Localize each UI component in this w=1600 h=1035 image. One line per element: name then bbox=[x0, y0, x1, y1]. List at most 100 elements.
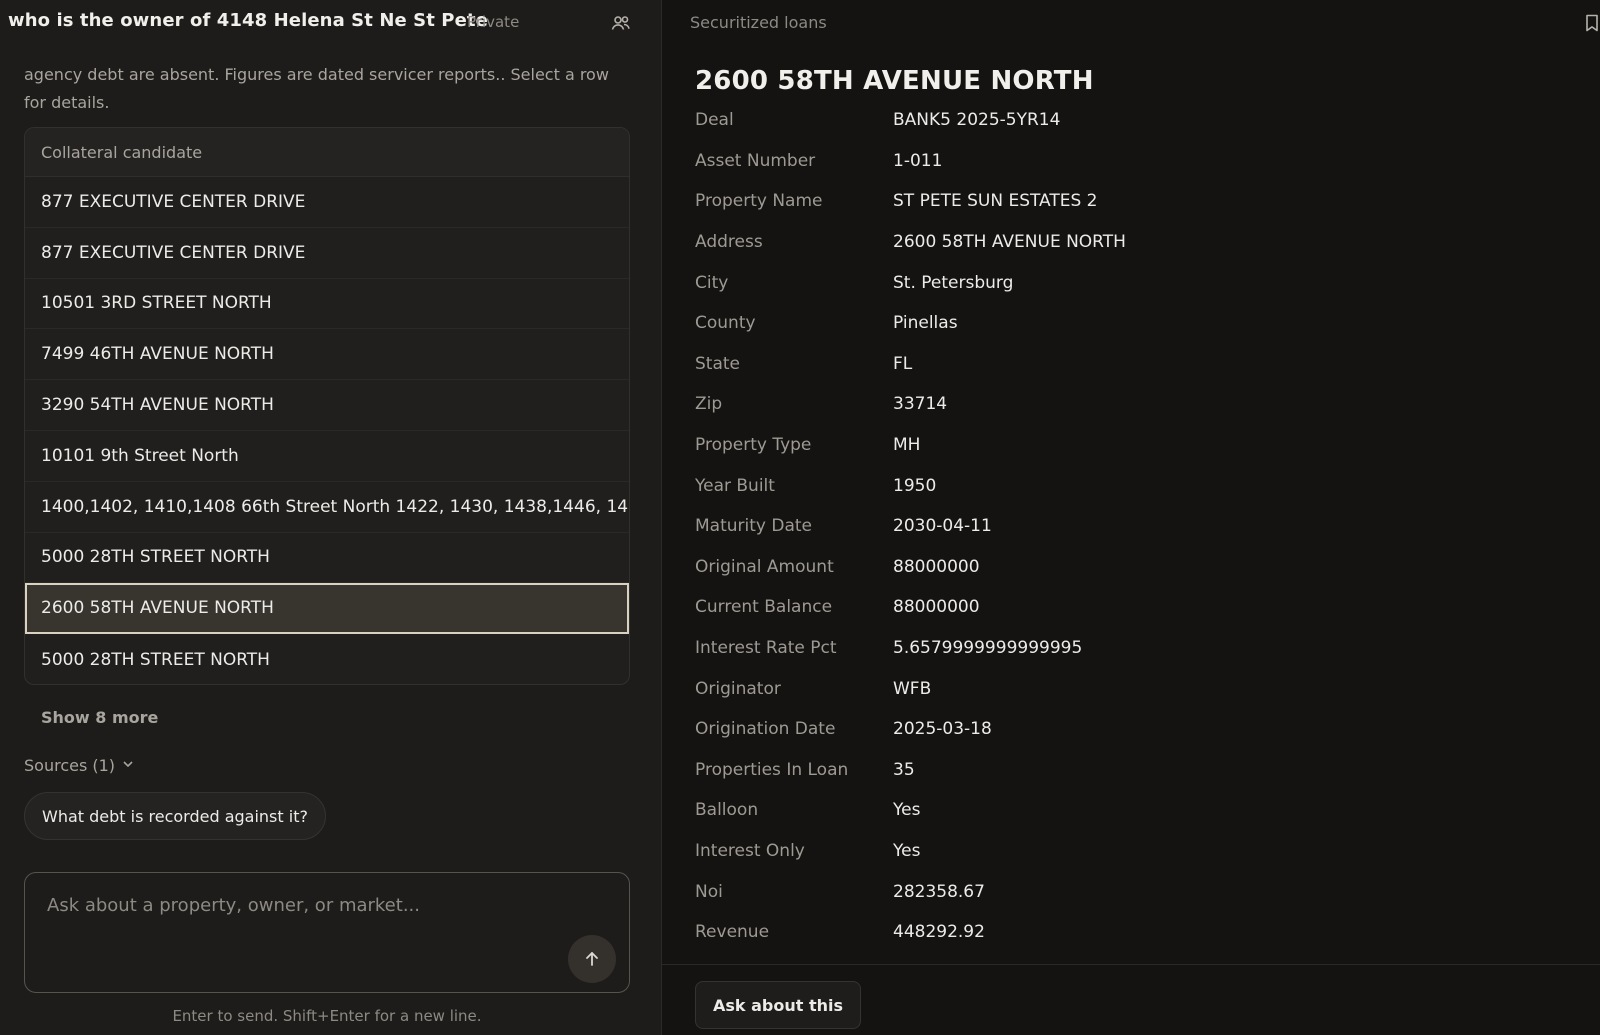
field-row: City St. Petersburg bbox=[695, 262, 1575, 303]
field-row: Interest Only Yes bbox=[695, 831, 1575, 872]
table-row[interactable]: 10101 9th Street North bbox=[25, 431, 629, 482]
sources-label: Sources (1) bbox=[24, 756, 116, 775]
field-label: Deal bbox=[695, 110, 734, 131]
field-label: Originator bbox=[695, 678, 781, 699]
field-value: Pinellas bbox=[893, 313, 958, 334]
table-row[interactable]: 5000 28TH STREET NORTH bbox=[25, 634, 629, 684]
detail-fields: Deal BANK5 2025-5YR14 Asset Number 1-011 Pro… bbox=[695, 100, 1575, 952]
field-label: Property Type bbox=[695, 435, 812, 456]
field-label: Original Amount bbox=[695, 556, 834, 577]
field-label: Properties In Loan bbox=[695, 759, 849, 780]
table-row[interactable]: 2600 58TH AVENUE NORTH bbox=[25, 583, 629, 635]
chat-input[interactable] bbox=[47, 895, 567, 955]
field-row: Balloon Yes bbox=[695, 790, 1575, 831]
field-label: Zip bbox=[695, 394, 723, 415]
field-label: Asset Number bbox=[695, 150, 816, 171]
field-value: 2030-04-11 bbox=[893, 516, 992, 537]
field-row: Asset Number 1-011 bbox=[695, 141, 1575, 182]
people-icon[interactable] bbox=[611, 13, 631, 33]
field-label: County bbox=[695, 313, 756, 334]
field-value: 2600 58TH AVENUE NORTH bbox=[893, 232, 1126, 253]
field-row: Current Balance 88000000 bbox=[695, 587, 1575, 628]
field-value: ST PETE SUN ESTATES 2 bbox=[893, 191, 1098, 212]
detail-heading: 2600 58TH AVENUE NORTH bbox=[695, 66, 1094, 96]
field-value: BANK5 2025-5YR14 bbox=[893, 110, 1061, 131]
field-label: Origination Date bbox=[695, 719, 836, 740]
field-row: Property Type MH bbox=[695, 425, 1575, 466]
field-label: Interest Only bbox=[695, 840, 805, 861]
field-value: 35 bbox=[893, 759, 915, 780]
table-row[interactable]: 5000 28TH STREET NORTH bbox=[25, 533, 629, 584]
field-value: 1950 bbox=[893, 475, 937, 496]
field-label: Maturity Date bbox=[695, 516, 812, 537]
field-row: Maturity Date 2030-04-11 bbox=[695, 506, 1575, 547]
field-label: Balloon bbox=[695, 800, 759, 821]
field-row: Zip 33714 bbox=[695, 384, 1575, 425]
field-value: Yes bbox=[893, 800, 921, 821]
field-label: Property Name bbox=[695, 191, 823, 212]
field-row: State FL bbox=[695, 344, 1575, 385]
field-value: St. Petersburg bbox=[893, 272, 1014, 293]
field-row: Interest Rate Pct 5.6579999999999995 bbox=[695, 628, 1575, 669]
table-row[interactable]: 877 EXECUTIVE CENTER DRIVE bbox=[25, 228, 629, 279]
field-row: Original Amount 88000000 bbox=[695, 547, 1575, 588]
intro-text: agency debt are absent. Figures are date… bbox=[24, 65, 609, 112]
chat-title: who is the owner of 4148 Helena St Ne St… bbox=[8, 10, 488, 31]
field-row: Year Built 1950 bbox=[695, 465, 1575, 506]
field-value: MH bbox=[893, 435, 921, 456]
field-value: 5.6579999999999995 bbox=[893, 638, 1083, 659]
table-body: 877 EXECUTIVE CENTER DRIVE 877 EXECUTIVE … bbox=[25, 177, 629, 684]
sources-toggle[interactable]: Sources (1) bbox=[24, 756, 135, 775]
bookmark-icon[interactable] bbox=[1582, 13, 1600, 33]
field-row: Originator WFB bbox=[695, 668, 1575, 709]
field-row: Revenue 448292.92 bbox=[695, 912, 1575, 953]
table-row[interactable]: 1400,1402, 1410,1408 66th Street North 1… bbox=[25, 482, 629, 533]
field-value: 88000000 bbox=[893, 556, 980, 577]
field-row: Properties In Loan 35 bbox=[695, 750, 1575, 791]
field-row: Property Name ST PETE SUN ESTATES 2 bbox=[695, 181, 1575, 222]
field-label: Noi bbox=[695, 881, 723, 902]
field-row: County Pinellas bbox=[695, 303, 1575, 344]
field-label: Address bbox=[695, 232, 763, 253]
field-value: Yes bbox=[893, 840, 921, 861]
chevron-down-icon bbox=[121, 756, 135, 775]
field-label: City bbox=[695, 272, 729, 293]
table-row[interactable]: 3290 54TH AVENUE NORTH bbox=[25, 380, 629, 431]
field-row: Noi 282358.67 bbox=[695, 871, 1575, 912]
field-value: 88000000 bbox=[893, 597, 980, 618]
field-value: 2025-03-18 bbox=[893, 719, 992, 740]
privacy-badge[interactable]: Private bbox=[467, 13, 519, 31]
composer bbox=[24, 872, 630, 993]
field-value: FL bbox=[893, 353, 913, 374]
field-label: Year Built bbox=[695, 475, 775, 496]
field-label: State bbox=[695, 353, 740, 374]
field-row: Deal BANK5 2025-5YR14 bbox=[695, 100, 1575, 141]
chat-panel: who is the owner of 4148 Helena St Ne St… bbox=[0, 0, 662, 1035]
field-value: 1-011 bbox=[893, 150, 943, 171]
app: who is the owner of 4148 Helena St Ne St… bbox=[0, 0, 1600, 1035]
field-row: Origination Date 2025-03-18 bbox=[695, 709, 1575, 750]
field-row: Address 2600 58TH AVENUE NORTH bbox=[695, 222, 1575, 263]
composer-hint: Enter to send. Shift+Enter for a new lin… bbox=[172, 1007, 482, 1025]
collateral-table: Collateral candidate 877 EXECUTIVE CENTE… bbox=[24, 127, 630, 685]
field-label: Current Balance bbox=[695, 597, 833, 618]
ask-about-this-button[interactable]: Ask about this bbox=[695, 981, 862, 1029]
field-label: Interest Rate Pct bbox=[695, 638, 837, 659]
table-row[interactable]: 7499 46TH AVENUE NORTH bbox=[25, 329, 629, 381]
panel-title: Securitized loans bbox=[690, 13, 827, 32]
table-header: Collateral candidate bbox=[25, 128, 629, 177]
divider bbox=[662, 964, 1600, 965]
table-row[interactable]: 877 EXECUTIVE CENTER DRIVE bbox=[25, 177, 629, 228]
field-label: Revenue bbox=[695, 922, 770, 943]
show-more-button[interactable]: Show 8 more bbox=[41, 708, 158, 727]
detail-panel: Securitized loans 2600 58TH AVENUE NORTH… bbox=[662, 0, 1600, 1035]
suggestion-chip[interactable]: What debt is recorded against it? bbox=[24, 792, 326, 840]
send-button[interactable] bbox=[568, 935, 616, 983]
arrow-up-icon bbox=[586, 952, 598, 966]
chat-header: who is the owner of 4148 Helena St Ne St… bbox=[0, 0, 662, 46]
field-value: WFB bbox=[893, 678, 932, 699]
field-value: 282358.67 bbox=[893, 881, 985, 902]
field-value: 33714 bbox=[893, 394, 948, 415]
field-value: 448292.92 bbox=[893, 922, 985, 943]
table-row[interactable]: 10501 3RD STREET NORTH bbox=[25, 279, 629, 330]
